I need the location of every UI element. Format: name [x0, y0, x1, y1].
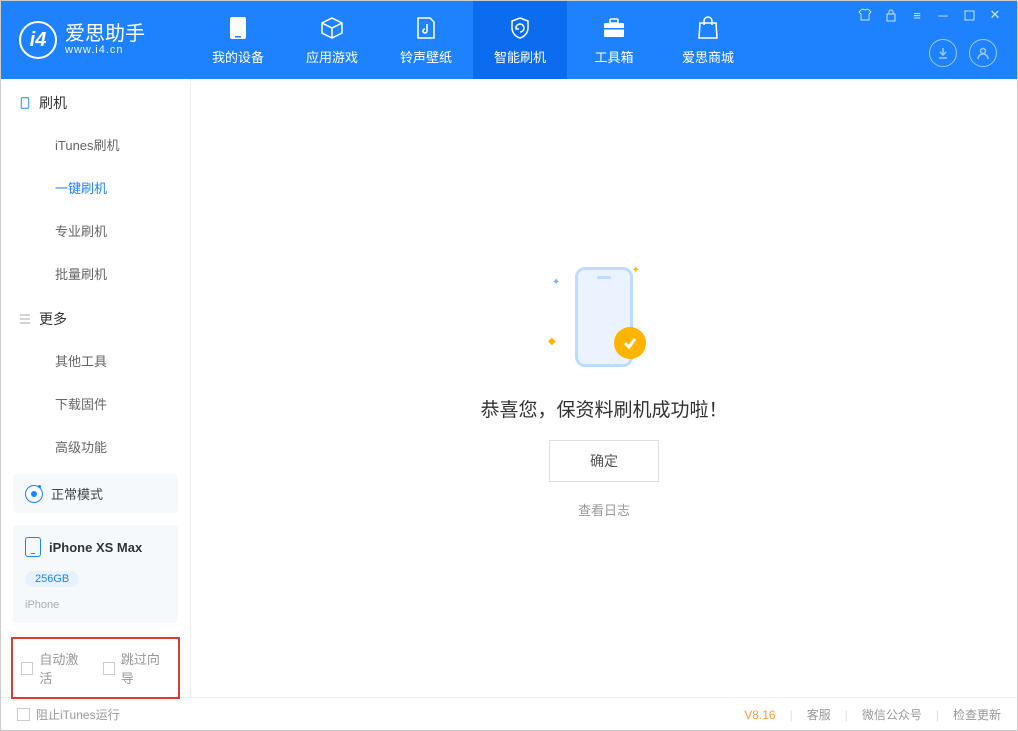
success-message: 恭喜您，保资料刷机成功啦！ — [480, 395, 727, 422]
bag-icon — [695, 15, 721, 41]
support-link[interactable]: 客服 — [807, 706, 831, 723]
device-mode-box[interactable]: 正常模式 — [13, 474, 178, 513]
tab-my-device[interactable]: 我的设备 — [191, 1, 285, 79]
footer: 阻止iTunes运行 V8.16 | 客服 | 微信公众号 | 检查更新 — [1, 697, 1017, 731]
tab-store[interactable]: 爱思商城 — [661, 1, 755, 79]
music-file-icon — [413, 15, 439, 41]
mode-icon — [25, 485, 43, 503]
lock-icon[interactable] — [883, 7, 899, 23]
logo-icon: i4 — [19, 21, 57, 59]
tab-toolbox[interactable]: 工具箱 — [567, 1, 661, 79]
tab-label: 我的设备 — [212, 47, 264, 66]
checkmark-badge-icon — [614, 327, 646, 359]
device-name: iPhone XS Max — [49, 540, 142, 555]
success-illustration: ✦ ✦ ◆ — [544, 257, 664, 377]
menu-small-icon — [19, 313, 31, 325]
sidebar-item-batch[interactable]: 批量刷机 — [1, 252, 190, 295]
checkbox-skip-guide[interactable]: 跳过向导 — [103, 649, 171, 687]
sidebar-group-more: 更多 — [1, 295, 190, 339]
tab-label: 铃声壁纸 — [400, 47, 452, 66]
device-mode-label: 正常模式 — [51, 484, 103, 503]
close-icon[interactable]: ✕ — [987, 7, 1003, 23]
checkbox-icon — [103, 662, 115, 675]
tab-label: 工具箱 — [594, 47, 633, 66]
checkbox-label: 阻止iTunes运行 — [36, 706, 120, 723]
checkbox-icon — [17, 708, 30, 721]
tab-label: 智能刷机 — [494, 47, 546, 66]
separator: | — [936, 708, 939, 722]
minimize-icon[interactable]: ─ — [935, 7, 951, 23]
sidebar-item-advanced[interactable]: 高级功能 — [1, 425, 190, 468]
header-right: ≡ ─ ✕ — [853, 1, 1007, 79]
phone-icon — [25, 537, 41, 557]
separator: | — [845, 708, 848, 722]
sparkle-icon: ◆ — [548, 336, 556, 347]
logo-text: 爱思助手 www.i4.cn — [65, 24, 145, 56]
header-buttons — [929, 39, 997, 67]
version-label: V8.16 — [744, 708, 775, 722]
tshirt-icon[interactable] — [857, 7, 873, 23]
download-button[interactable] — [929, 39, 957, 67]
user-button[interactable] — [969, 39, 997, 67]
check-update-link[interactable]: 检查更新 — [953, 706, 1001, 723]
tab-label: 应用游戏 — [306, 47, 358, 66]
group-label: 更多 — [39, 309, 67, 329]
sidebar-item-other[interactable]: 其他工具 — [1, 339, 190, 382]
shield-refresh-icon — [507, 15, 533, 41]
device-icon — [225, 15, 251, 41]
sidebar-item-oneclick[interactable]: 一键刷机 — [1, 166, 190, 209]
device-small-icon — [19, 97, 31, 109]
toolbox-icon — [601, 15, 627, 41]
checkbox-label: 跳过向导 — [121, 649, 170, 687]
logo-area: i4 爱思助手 www.i4.cn — [1, 1, 191, 79]
menu-icon[interactable]: ≡ — [909, 7, 925, 23]
maximize-icon[interactable] — [961, 7, 977, 23]
body: 刷机 iTunes刷机 一键刷机 专业刷机 批量刷机 更多 其他工具 下载固件 … — [1, 79, 1017, 697]
device-type: iPhone — [25, 599, 59, 611]
checkbox-label: 自动激活 — [39, 649, 88, 687]
view-log-link[interactable]: 查看日志 — [578, 500, 630, 519]
sidebar-item-itunes[interactable]: iTunes刷机 — [1, 123, 190, 166]
sidebar: 刷机 iTunes刷机 一键刷机 专业刷机 批量刷机 更多 其他工具 下载固件 … — [1, 79, 191, 697]
options-highlighted-row: 自动激活 跳过向导 — [11, 637, 180, 699]
tab-apps[interactable]: 应用游戏 — [285, 1, 379, 79]
group-label: 刷机 — [39, 93, 67, 113]
main-content: ✦ ✦ ◆ 恭喜您，保资料刷机成功啦！ 确定 查看日志 — [191, 79, 1017, 697]
separator: | — [790, 708, 793, 722]
sidebar-item-firmware[interactable]: 下载固件 — [1, 382, 190, 425]
footer-right: V8.16 | 客服 | 微信公众号 | 检查更新 — [744, 706, 1001, 723]
tab-ringtone[interactable]: 铃声壁纸 — [379, 1, 473, 79]
tab-label: 爱思商城 — [682, 47, 734, 66]
header: i4 爱思助手 www.i4.cn 我的设备 应用游戏 铃声壁纸 智能刷机 工具… — [1, 1, 1017, 79]
app-subtitle: www.i4.cn — [65, 44, 145, 56]
window-controls: ≡ ─ ✕ — [853, 1, 1007, 29]
ok-button[interactable]: 确定 — [549, 440, 659, 482]
sidebar-item-pro[interactable]: 专业刷机 — [1, 209, 190, 252]
app-title: 爱思助手 — [65, 24, 145, 44]
sparkle-icon: ✦ — [552, 277, 560, 288]
tab-flash[interactable]: 智能刷机 — [473, 1, 567, 79]
device-info-box[interactable]: iPhone XS Max 256GB iPhone — [13, 525, 178, 623]
checkbox-block-itunes[interactable]: 阻止iTunes运行 — [17, 706, 120, 723]
wechat-link[interactable]: 微信公众号 — [862, 706, 922, 723]
sidebar-group-flash: 刷机 — [1, 79, 190, 123]
checkbox-auto-activate[interactable]: 自动激活 — [21, 649, 89, 687]
checkbox-icon — [21, 662, 33, 675]
device-storage-badge: 256GB — [25, 571, 79, 587]
cube-icon — [319, 15, 345, 41]
